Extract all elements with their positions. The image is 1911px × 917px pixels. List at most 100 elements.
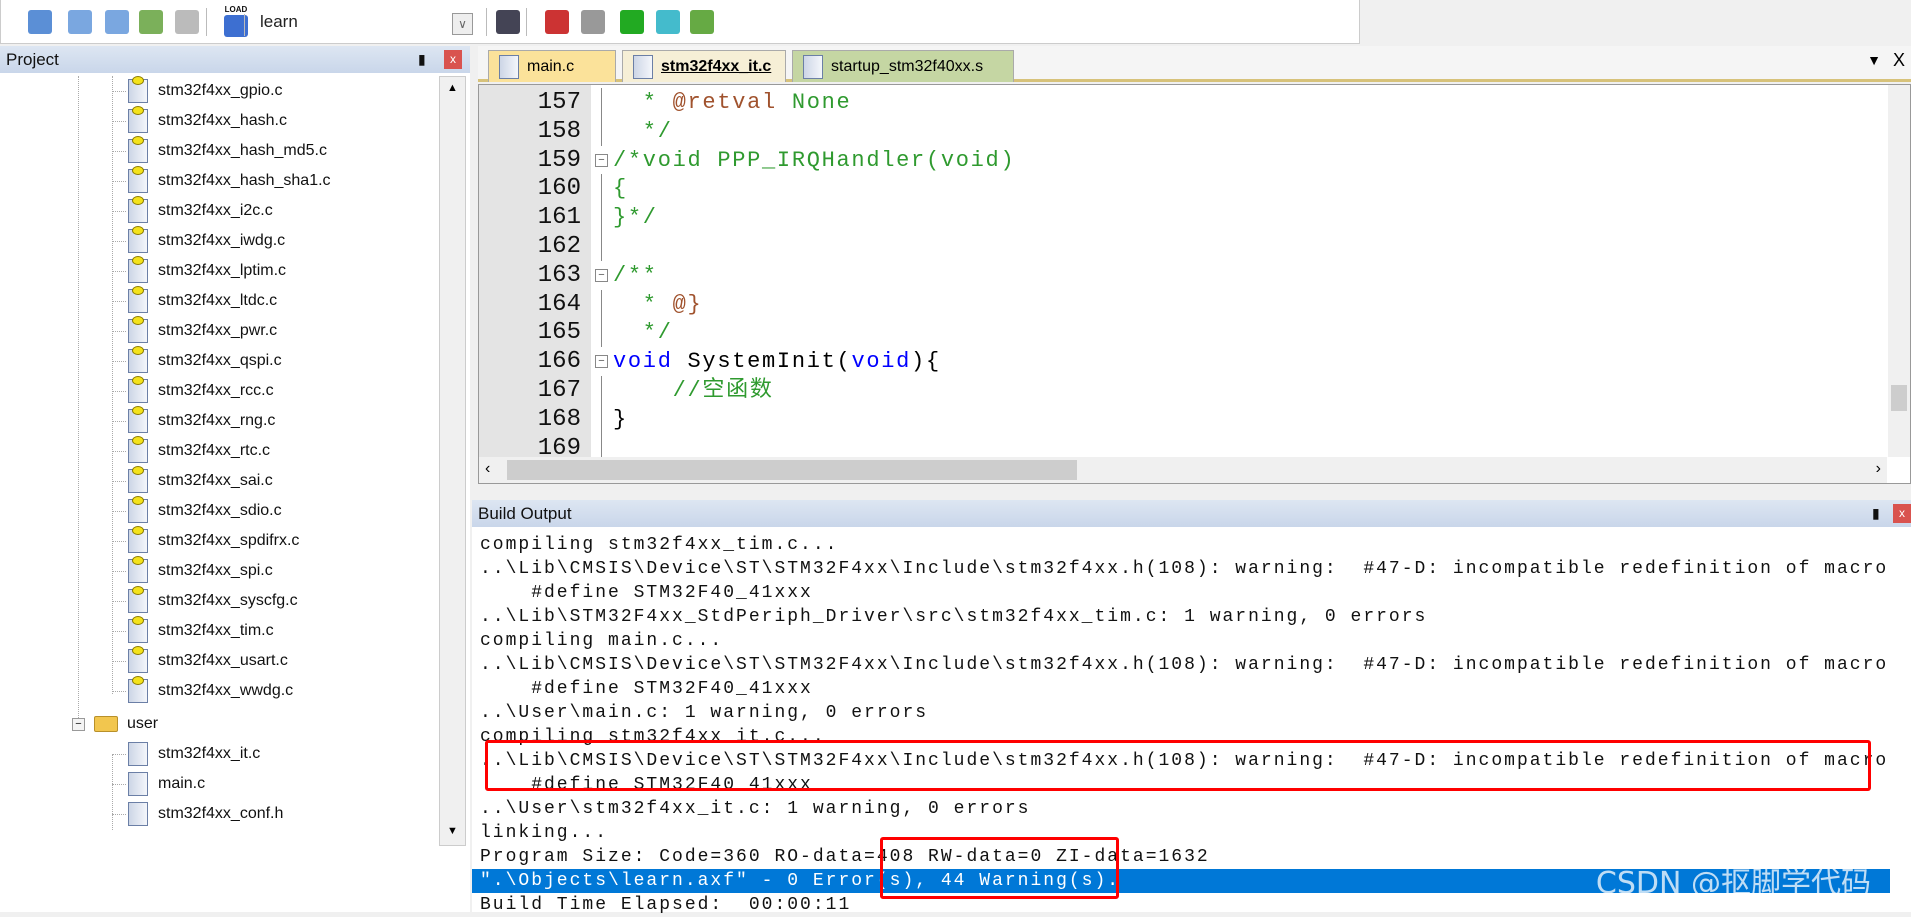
- code-token: void: [613, 349, 673, 375]
- file-name: stm32f4xx_tim.c: [158, 622, 274, 639]
- file-name: stm32f4xx_qspi.c: [158, 352, 282, 369]
- tab-label: main.c: [527, 58, 575, 75]
- file-icon: [128, 772, 148, 796]
- file-name: stm32f4xx_syscfg.c: [158, 592, 298, 609]
- code-line: void SystemInit(void){: [613, 347, 941, 376]
- file-name: stm32f4xx_hash_md5.c: [158, 142, 327, 159]
- fold-line: [601, 232, 602, 261]
- tree-connector: [112, 361, 126, 362]
- load-label[interactable]: LOAD: [222, 5, 250, 14]
- fold-collapse-icon[interactable]: −: [595, 268, 608, 282]
- build-line: #define STM32F40_41xxx: [480, 679, 813, 699]
- toolbar-separator: [486, 8, 487, 36]
- file-name: stm32f4xx_wwdg.c: [158, 682, 294, 699]
- tree-connector: [112, 691, 126, 692]
- build-line: ..\User\stm32f4xx_it.c: 1 warning, 0 err…: [480, 799, 1031, 819]
- options-wand-icon[interactable]: [496, 10, 520, 34]
- scroll-right-icon[interactable]: ›: [1876, 460, 1881, 478]
- close-editor-icon[interactable]: X: [1893, 50, 1905, 71]
- line-number: 167: [537, 377, 581, 404]
- file-name: stm32f4xx_hash_sha1.c: [158, 172, 331, 189]
- code-line: * @retval None: [613, 88, 851, 117]
- tab-menu-icon[interactable]: ▼: [1867, 52, 1881, 68]
- line-number: 158: [537, 117, 581, 145]
- tree-connector: [112, 481, 126, 482]
- fold-line: [601, 318, 602, 348]
- close-icon[interactable]: x: [444, 50, 462, 69]
- file-name: stm32f4xx_sai.c: [158, 472, 273, 489]
- tree-connector: [112, 421, 126, 422]
- collapse-icon[interactable]: −: [72, 718, 85, 731]
- key-icon: [132, 586, 144, 595]
- tree-connector: [112, 814, 126, 815]
- editor-tabs: ▼ X main.c stm32f4xx_it.c startup_stm32f40…: [478, 46, 1911, 82]
- tab-stm32f4xx_it-c[interactable]: stm32f4xx_it.c: [622, 50, 786, 82]
- close-icon[interactable]: x: [1893, 504, 1911, 523]
- stop-build-icon[interactable]: [175, 10, 199, 34]
- tree-connector: [112, 391, 126, 392]
- tree-line: [112, 76, 113, 694]
- editor-hscrollbar[interactable]: ‹ ›: [479, 457, 1887, 483]
- project-title: Project: [6, 50, 59, 69]
- toolbar-separator: [526, 8, 527, 36]
- file-name: stm32f4xx_sdio.c: [158, 502, 282, 519]
- build-line: ..\Lib\STM32F4xx_StdPeriph_Driver\src\st…: [480, 607, 1428, 627]
- fold-collapse-icon[interactable]: −: [595, 153, 608, 167]
- tree-connector: [112, 241, 126, 242]
- code-line: /*void PPP_IRQHandler(void): [613, 146, 1015, 175]
- scroll-down-icon[interactable]: ▼: [440, 825, 465, 837]
- batch-build-icon[interactable]: [139, 10, 163, 34]
- build-line: ..\User\main.c: 1 warning, 0 errors: [480, 703, 929, 723]
- pin-icon[interactable]: ▮: [418, 46, 426, 73]
- file-icon: [803, 55, 823, 79]
- line-number: 161: [537, 204, 581, 232]
- pack-installer-icon[interactable]: [690, 10, 714, 34]
- code-token: @}: [672, 291, 703, 317]
- file-name: stm32f4xx_spi.c: [158, 562, 273, 579]
- tab-startup_stm32f40xx-s[interactable]: startup_stm32f40xx.s: [792, 50, 1014, 82]
- build-scrollbar[interactable]: [1891, 530, 1911, 912]
- code-token: */: [613, 320, 673, 346]
- code-token: }*/: [613, 205, 658, 231]
- key-icon: [132, 466, 144, 475]
- file-name: stm32f4xx_lptim.c: [158, 262, 287, 279]
- scroll-thumb[interactable]: [1891, 385, 1907, 411]
- scroll-left-icon[interactable]: ‹: [485, 460, 490, 478]
- file-name: stm32f4xx_usart.c: [158, 652, 288, 669]
- build-icon[interactable]: [68, 10, 92, 34]
- fold-line: [601, 203, 602, 233]
- copy-icon[interactable]: [581, 10, 605, 34]
- fold-line: [601, 88, 602, 117]
- tab-main-c[interactable]: main.c: [488, 50, 616, 82]
- key-icon: [132, 166, 144, 175]
- fold-line: [601, 376, 602, 405]
- watermark: CSDN @抠脚学代码: [1595, 866, 1871, 901]
- code-token: }: [613, 406, 628, 432]
- code-token: SystemInit(: [672, 349, 852, 375]
- chevron-down-icon[interactable]: ∨: [452, 13, 473, 35]
- tree-connector: [112, 784, 126, 785]
- key-icon: [132, 436, 144, 445]
- rebuild-icon[interactable]: [105, 10, 129, 34]
- editor-vscrollbar[interactable]: [1888, 85, 1910, 457]
- tree-connector: [112, 91, 126, 92]
- fold-collapse-icon[interactable]: −: [595, 355, 608, 369]
- scroll-up-icon[interactable]: ▲: [440, 82, 465, 94]
- diamond-icon[interactable]: [620, 10, 644, 34]
- tree-connector: [112, 571, 126, 572]
- translate-icon[interactable]: [28, 10, 52, 34]
- file-icon: [128, 802, 148, 826]
- manage-components-icon[interactable]: [545, 10, 569, 34]
- project-scrollbar[interactable]: ▲ ▼: [439, 76, 466, 846]
- code-line: */: [613, 117, 673, 146]
- filter-icon[interactable]: [656, 10, 680, 34]
- build-line: compiling stm32f4xx_tim.c...: [480, 535, 839, 555]
- code-editor[interactable]: 157 158 159 160 161 162 163 164 165 166 167 168 169 …: [478, 84, 1911, 484]
- hscroll-thumb[interactable]: [507, 460, 1077, 480]
- fold-line: [601, 289, 602, 319]
- pin-icon[interactable]: ▮: [1872, 500, 1880, 527]
- line-number: 164: [537, 290, 581, 318]
- key-icon: [132, 226, 144, 235]
- line-number: 163: [537, 261, 581, 289]
- target-select[interactable]: learn: [255, 9, 455, 35]
